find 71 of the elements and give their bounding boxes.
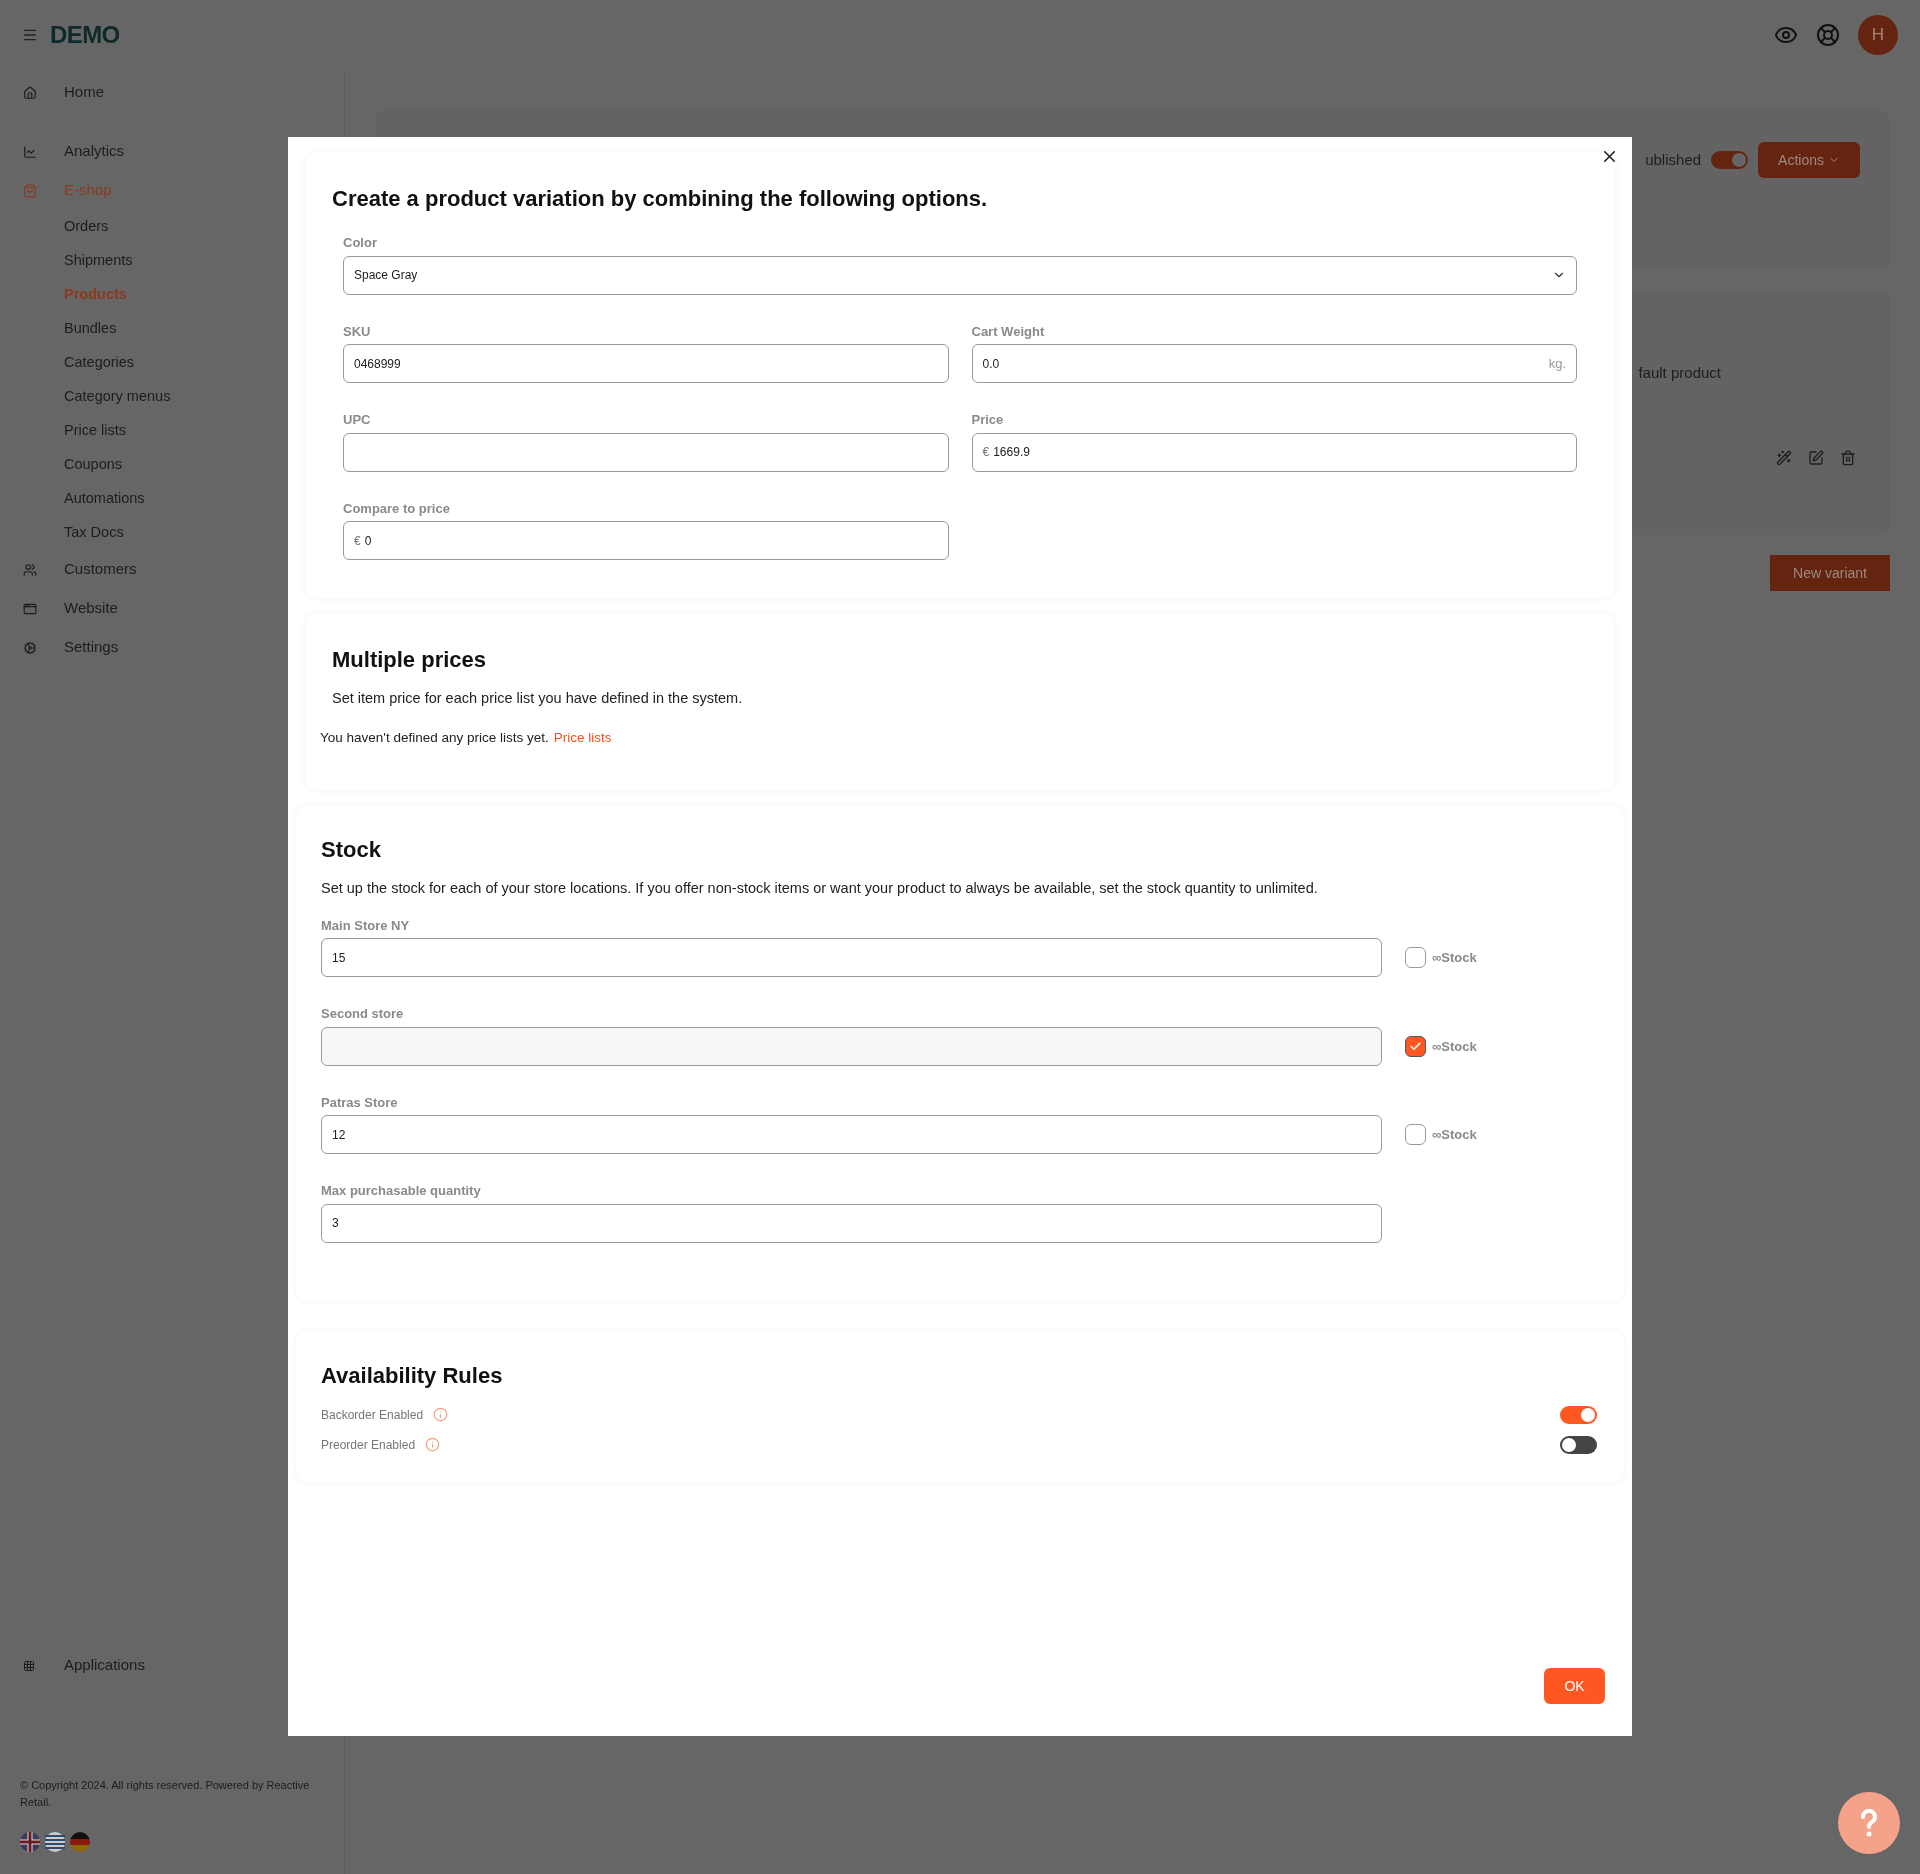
info-icon[interactable] [425,1437,441,1453]
users-icon [23,562,37,577]
grid-icon [23,1659,35,1672]
toggle-switch[interactable] [1560,1435,1597,1454]
sidebar-item[interactable]: Home [0,73,344,112]
checkbox[interactable] [1405,947,1426,969]
input-field[interactable]: 0468999 [343,344,949,383]
sidebar-item[interactable]: Analytics [0,132,344,171]
info-icon[interactable] [433,1407,449,1423]
section-title: Availability Rules [321,1361,504,1390]
field-label: UPC [343,411,372,429]
new-variant-button[interactable]: New variant [1770,555,1890,591]
ok-button[interactable]: OK [1544,1668,1605,1704]
toggle-switch[interactable] [1711,151,1749,169]
germany-flag-icon[interactable] [70,1832,90,1852]
input-field[interactable]: € 0 [343,521,949,560]
logo[interactable]: DEMO [50,17,120,53]
question-icon [1860,1809,1878,1837]
color-select[interactable]: Space Gray [343,255,1577,295]
window-icon [23,601,37,616]
input-field[interactable] [321,1026,1382,1066]
support-icon[interactable] [1816,23,1840,47]
field-label: Patras Store [321,1093,399,1112]
rule-label: Preorder Enabled [321,1436,416,1454]
checkbox[interactable] [1405,1035,1426,1057]
section-title: Multiple prices [331,646,488,674]
check-icon [1409,1039,1422,1053]
menu-icon[interactable] [22,27,38,43]
checkbox[interactable] [1405,1124,1426,1146]
gears-icon [23,640,37,655]
checkbox-label: ∞Stock [1432,1037,1477,1056]
field-label: SKU [343,322,372,341]
actions-button[interactable]: Actions [1758,142,1860,178]
avatar[interactable]: H [1858,15,1898,55]
field-label: Cart Weight [971,322,1046,341]
field-label: Compare to price [343,499,451,518]
input-field[interactable]: 15 [321,938,1382,978]
price-lists-link[interactable]: Price lists [553,727,612,748]
wand-icon[interactable] [1776,449,1792,466]
toggle-switch[interactable] [1560,1405,1597,1424]
field-label: Color [343,234,378,252]
bag-icon [23,183,37,198]
uk-flag-icon[interactable] [20,1832,40,1852]
chart-icon [23,144,37,159]
input-field[interactable]: 12 [321,1115,1382,1155]
input-field[interactable]: 0.0 kg. [971,344,1577,383]
checkbox-label: ∞Stock [1432,949,1477,967]
input-field[interactable] [343,432,949,472]
modal-title: Create a product variation by combining the following options. [332,185,989,213]
input-field[interactable]: € 1669.9 [971,432,1577,472]
edit-icon[interactable] [1808,449,1824,466]
section-description: Set up the stock for each of your store locations. If you offer non-stock items or want your product to always be available, set the stock quantity to unlimited. [321,879,1319,898]
field-label: Main Store NY [321,916,411,935]
sidebar-item[interactable]: Applications [0,1646,344,1685]
field-label: Max purchasable quantity [321,1182,482,1201]
notice-text: You haven't defined any price lists yet. [320,728,549,747]
sidebar-item[interactable]: Customers [0,550,344,589]
status-label: ublished [1645,149,1702,170]
field-label: Second store [321,1005,405,1024]
greece-flag-icon[interactable] [45,1832,65,1852]
field-label: Price [971,411,1005,429]
rule-label: Backorder Enabled [321,1406,424,1424]
input-field[interactable]: 3 [321,1203,1382,1243]
section-description: Set item price for each price list you have defined in the system. [331,689,744,708]
trash-icon[interactable] [1840,449,1856,466]
section-title: Stock [321,836,382,864]
copyright-text: © Copyright 2024. All rights reserved. Powered by Reactive Retail. [19,1778,311,1810]
product-text: fault product [1638,363,1721,383]
home-icon [23,85,37,100]
sidebar-item[interactable]: Website [0,589,344,628]
checkbox-label: ∞Stock [1432,1126,1477,1144]
